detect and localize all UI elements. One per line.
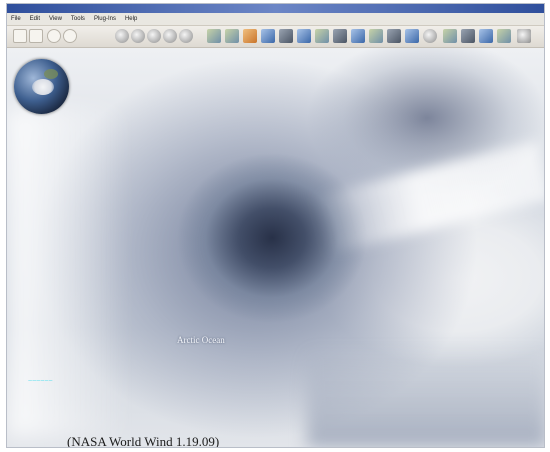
map-icon[interactable]	[297, 29, 311, 43]
compass-icon[interactable]	[423, 29, 437, 43]
menu-bar: File Edit View Tools Plug-Ins Help	[7, 13, 544, 26]
map-icon[interactable]	[351, 29, 365, 43]
stop-icon[interactable]	[47, 29, 61, 43]
back-icon[interactable]	[13, 29, 27, 43]
map-label-ocean: Arctic Ocean	[177, 335, 225, 345]
terrain-layer	[307, 348, 544, 447]
map-icon[interactable]	[207, 29, 221, 43]
forward-icon[interactable]	[29, 29, 43, 43]
map-icon[interactable]	[225, 29, 239, 43]
globe-icon[interactable]	[131, 29, 145, 43]
toolbar	[7, 26, 544, 48]
caption-text: (NASA World Wind 1.19.09)	[67, 434, 220, 447]
title-bar	[7, 4, 544, 13]
map-icon[interactable]	[461, 29, 475, 43]
zoom-icon[interactable]	[115, 29, 129, 43]
menu-help[interactable]: Help	[125, 16, 137, 22]
globe-land	[32, 79, 54, 95]
cloud-layer	[313, 141, 544, 255]
map-icon[interactable]	[261, 29, 275, 43]
map-icon[interactable]	[479, 29, 493, 43]
menu-view[interactable]: View	[49, 16, 62, 22]
globe-viewport[interactable]: Arctic Ocean ~~~~~~ (NASA World Wind 1.1…	[7, 48, 544, 447]
map-icon[interactable]	[243, 29, 257, 43]
map-icon[interactable]	[279, 29, 293, 43]
map-icon[interactable]	[387, 29, 401, 43]
map-icon[interactable]	[333, 29, 347, 43]
layers-icon[interactable]	[179, 29, 193, 43]
cloud-layer	[7, 108, 127, 438]
globe-icon[interactable]	[147, 29, 161, 43]
menu-file[interactable]: File	[11, 16, 21, 22]
menu-tools[interactable]: Tools	[71, 16, 85, 22]
scale-label: ~~~~~~	[28, 378, 53, 385]
menu-edit[interactable]: Edit	[30, 16, 40, 22]
map-icon[interactable]	[443, 29, 457, 43]
globe-icon[interactable]	[163, 29, 177, 43]
menu-plugins[interactable]: Plug-Ins	[94, 16, 116, 22]
refresh-icon[interactable]	[63, 29, 77, 43]
map-icon[interactable]	[497, 29, 511, 43]
globe-land	[44, 69, 58, 79]
map-icon[interactable]	[405, 29, 419, 43]
globe-overview-icon[interactable]	[14, 59, 69, 114]
app-window: File Edit View Tools Plug-Ins Help Arcti…	[6, 3, 545, 448]
map-icon[interactable]	[517, 29, 531, 43]
map-icon[interactable]	[315, 29, 329, 43]
map-icon[interactable]	[369, 29, 383, 43]
